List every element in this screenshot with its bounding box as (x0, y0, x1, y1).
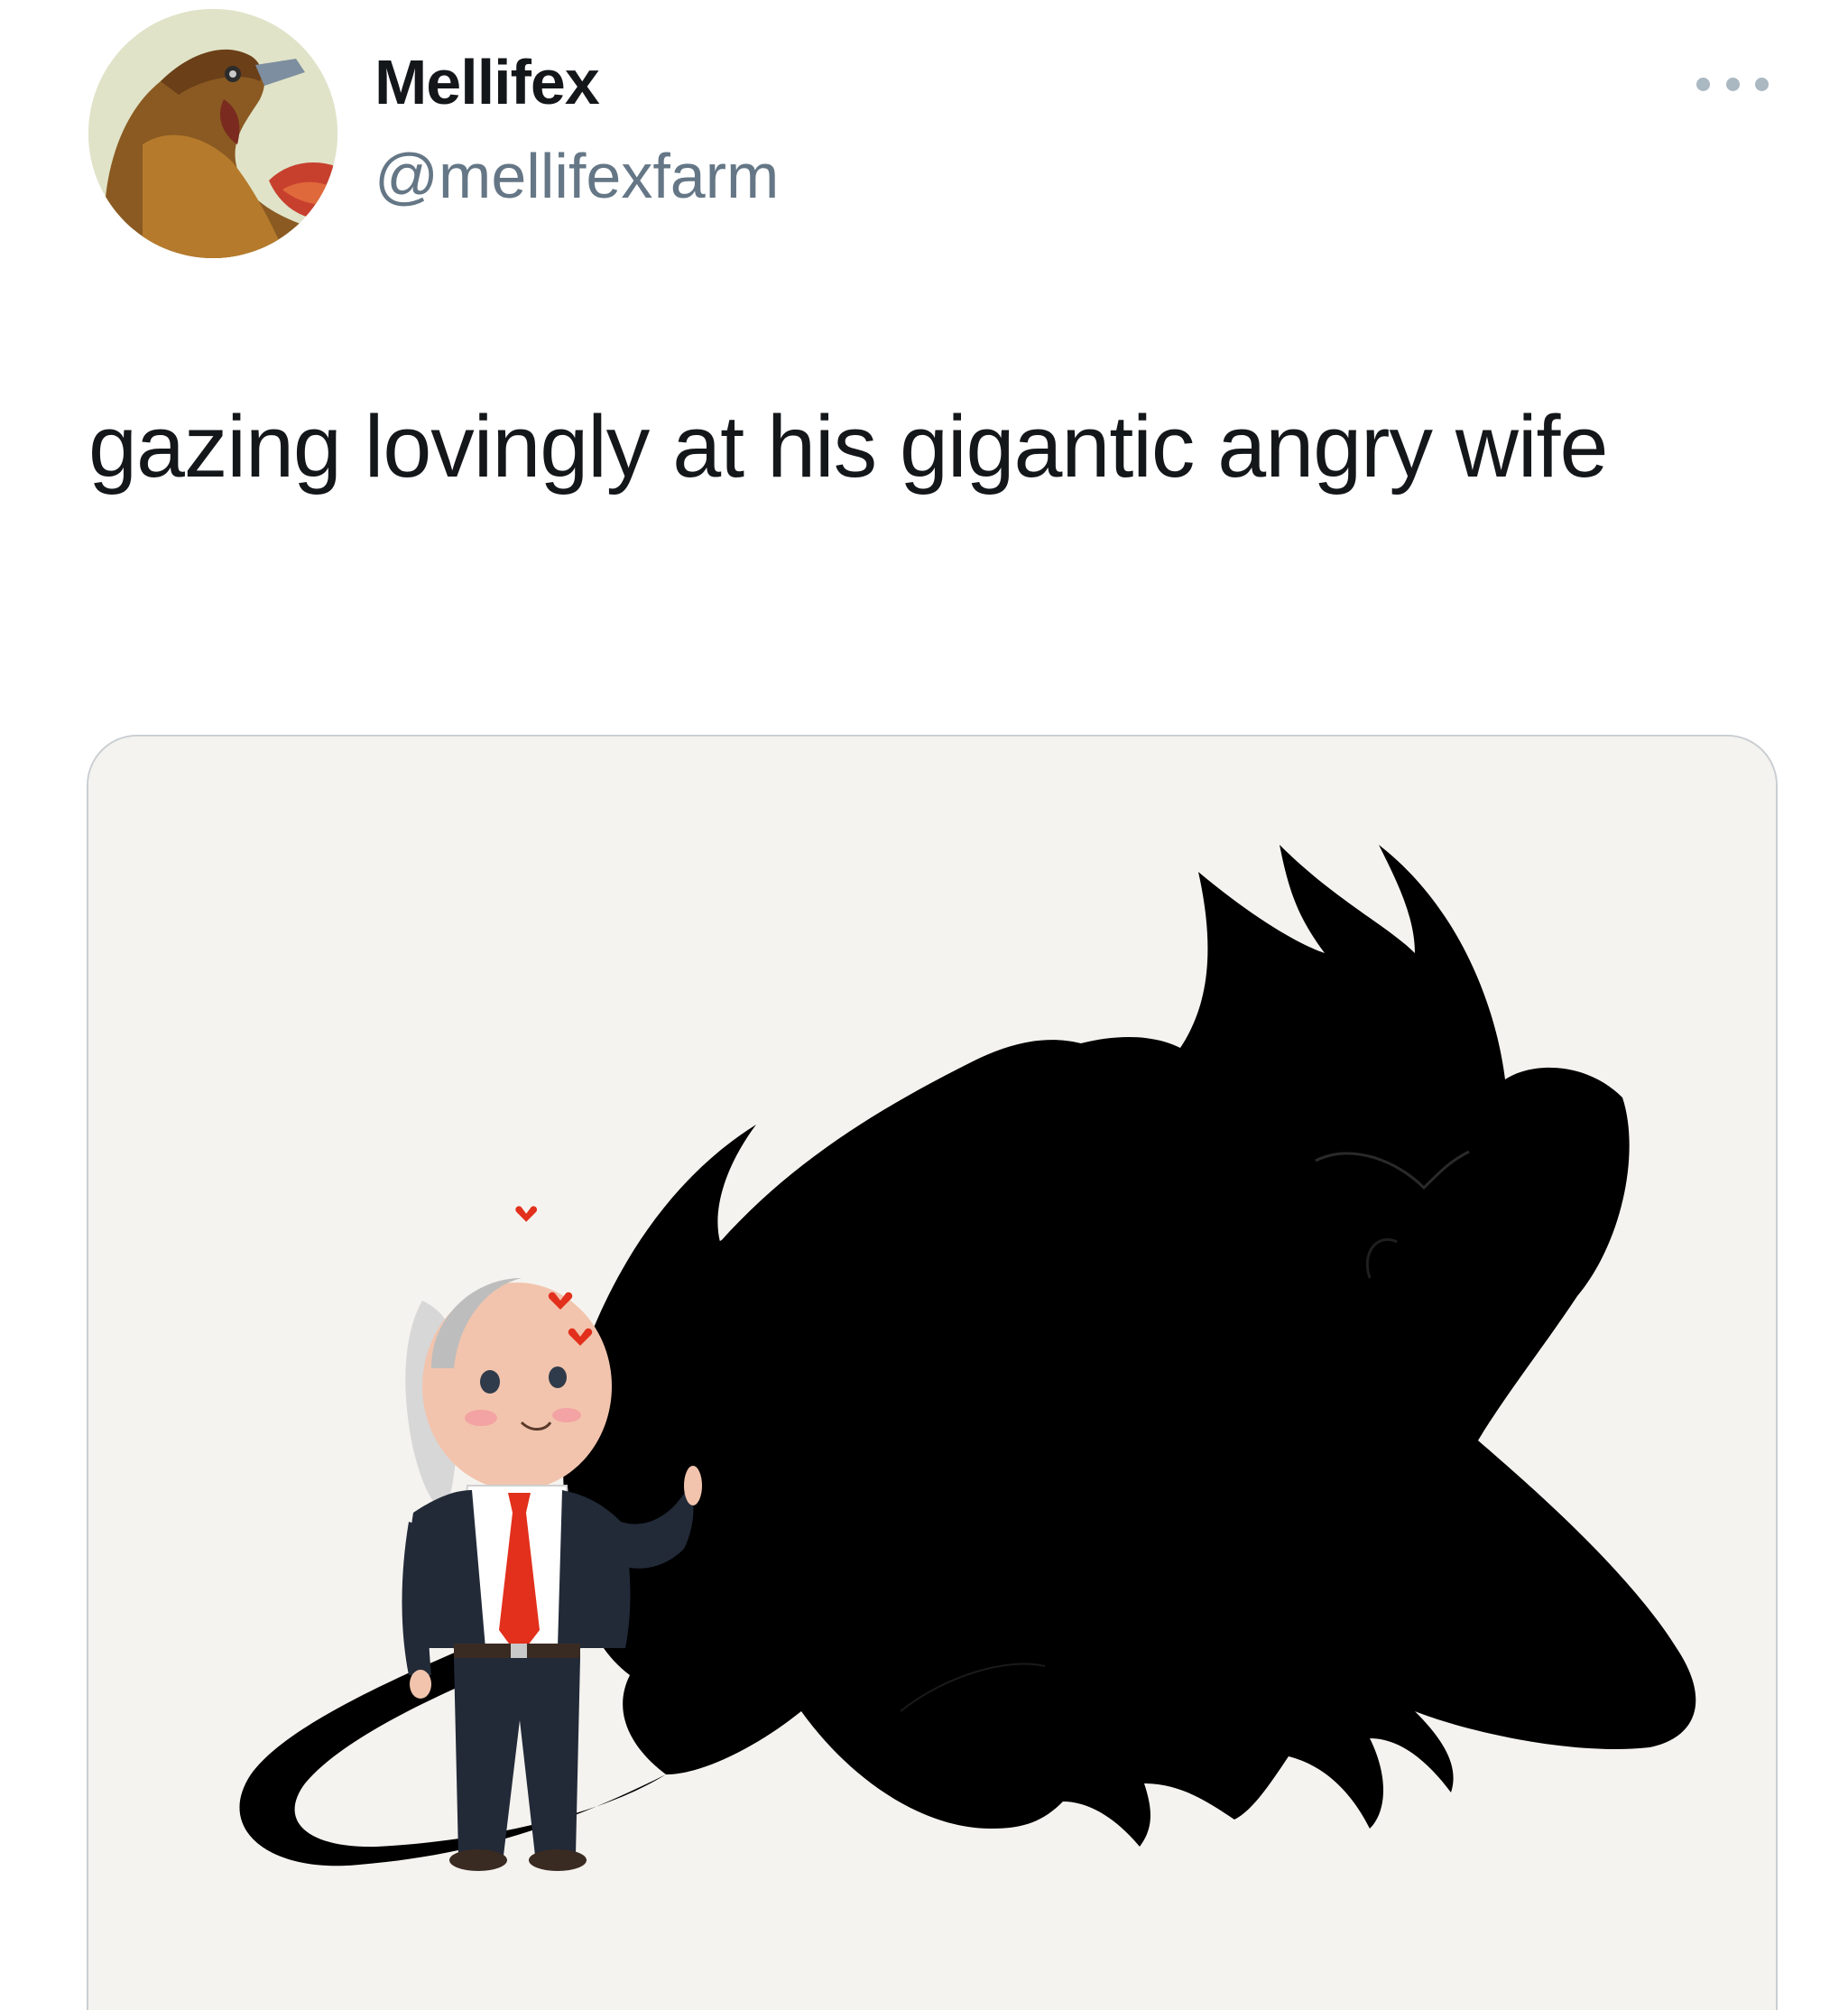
ellipsis-icon (1696, 77, 1710, 91)
chicken-avatar-icon (88, 9, 337, 258)
more-options-button[interactable] (1696, 70, 1769, 97)
ellipsis-icon (1755, 77, 1769, 91)
tweet-media-image[interactable] (87, 735, 1778, 2010)
author-avatar[interactable] (88, 9, 337, 258)
author-handle[interactable]: @mellifexfarm (374, 144, 779, 208)
author-display-name[interactable]: Mellifex (374, 51, 600, 114)
tweet: Mellifex @mellifexfarm gazing lovingly a… (0, 0, 1848, 2010)
illustration-man-and-shadow-creature (88, 736, 1776, 2010)
ellipsis-icon (1725, 77, 1740, 91)
tweet-text: gazing lovingly at his gigantic angry wi… (88, 397, 1608, 496)
